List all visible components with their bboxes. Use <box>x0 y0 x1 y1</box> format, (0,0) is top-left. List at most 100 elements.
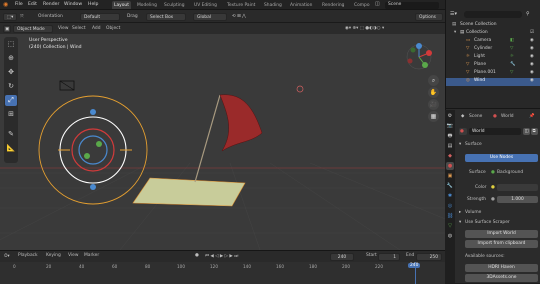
keying-menu[interactable]: Keying <box>46 253 61 258</box>
tab-rendering[interactable]: Rendering <box>320 1 346 9</box>
new-world-icon[interactable]: ⧉ <box>531 128 538 135</box>
3dassets-button[interactable]: 3DAssets.one <box>465 274 538 282</box>
editor-type-icon[interactable]: ▣ <box>3 24 11 33</box>
physics-tab-icon[interactable]: ◎ <box>446 202 454 210</box>
tab-compositing[interactable]: Compo <box>352 1 372 9</box>
blender-logo-icon[interactable]: ◉ <box>3 1 8 8</box>
outliner-item-cylinder[interactable]: ▽ Cylinder ▽ ◉ <box>446 46 540 54</box>
view-layer-tab-icon[interactable]: ▤ <box>446 142 454 150</box>
tab-shading[interactable]: Shading <box>262 1 284 9</box>
orientation-dropdown[interactable]: Default <box>80 12 120 21</box>
outliner-item-light[interactable]: ☼ Light ☼ ◉ <box>446 54 540 62</box>
scale-icon[interactable]: ⤢ <box>5 95 17 106</box>
checkbox-icon[interactable]: ☑ <box>530 30 534 35</box>
outliner-item-wind[interactable]: ◎ Wind ◉ <box>446 78 540 86</box>
menu-file[interactable]: File <box>15 2 23 7</box>
camera-view-icon[interactable]: 🎥 <box>428 99 439 110</box>
render-tab-icon[interactable]: 📷 <box>446 122 454 130</box>
volume-expand-icon[interactable]: ▸ <box>459 210 461 215</box>
rotate-icon[interactable]: ↻ <box>5 81 17 92</box>
annotate-icon[interactable]: ✎ <box>5 129 17 140</box>
surface-scraper-header[interactable]: Use Surface Scraper <box>465 220 510 225</box>
end-frame-field[interactable]: 250 <box>416 252 442 261</box>
visibility-eye-icon[interactable]: ◉ <box>530 78 534 83</box>
menu-render[interactable]: Render <box>43 2 59 7</box>
import-world-button[interactable]: Import World <box>465 230 538 238</box>
perspective-grid-icon[interactable]: ▦ <box>428 111 439 122</box>
outliner-item-plane[interactable]: ▽ Plane 🔧 ◉ <box>446 62 540 70</box>
outliner-search-input[interactable] <box>464 11 522 18</box>
world-name-field[interactable]: World <box>469 128 521 135</box>
record-icon[interactable]: ● <box>195 253 199 258</box>
playback-menu[interactable]: Playback <box>18 253 38 258</box>
transform-icon[interactable]: ⤧ <box>20 14 24 20</box>
tab-animation[interactable]: Animation <box>288 1 314 9</box>
3d-viewport[interactable]: ⌕ ✋ 🎥 ▦ <box>0 23 445 250</box>
cursor-icon[interactable]: ⊕ <box>5 53 17 64</box>
constraints-tab-icon[interactable]: ⛓ <box>446 212 454 220</box>
hdri-haven-button[interactable]: HDRI Haven <box>465 264 538 272</box>
playhead-frame-label[interactable]: 240 <box>408 263 421 268</box>
tab-modeling[interactable]: Modeling <box>135 1 159 9</box>
outliner-item-camera[interactable]: ▭ Camera ◧ ◉ <box>446 38 540 46</box>
menu-select[interactable]: Select <box>72 26 86 31</box>
fake-user-icon[interactable]: ◫ <box>523 128 530 135</box>
tab-uv-editing[interactable]: UV Editing <box>192 1 219 9</box>
data-tab-icon[interactable]: ▽ <box>446 222 454 230</box>
select-tool-icon[interactable]: ⬚▾ <box>3 12 17 21</box>
object-tab-icon[interactable]: ▣ <box>446 172 454 180</box>
timeline-editor-icon[interactable]: ⏱▾ <box>4 253 10 259</box>
visibility-eye-icon[interactable]: ◉ <box>530 46 534 51</box>
output-tab-icon[interactable]: 🖶 <box>446 132 454 140</box>
scene-selector[interactable]: Scene <box>385 2 439 9</box>
start-frame-field[interactable]: 1 <box>378 252 400 261</box>
menu-add[interactable]: Add <box>92 26 101 31</box>
current-frame-field[interactable]: 240 <box>330 252 354 261</box>
pin-icon[interactable]: 📌 <box>529 114 534 119</box>
transform-orientation-dropdown[interactable]: Global <box>193 12 227 21</box>
drag-dropdown[interactable]: Select Box <box>146 12 186 21</box>
volume-header[interactable]: Volume <box>465 210 481 215</box>
use-nodes-button[interactable]: Use Nodes <box>465 154 538 162</box>
marker-menu[interactable]: Marker <box>84 253 99 258</box>
visibility-eye-icon[interactable]: ◉ <box>530 54 534 59</box>
import-clipboard-button[interactable]: Import from clipboard <box>465 240 538 248</box>
menu-help[interactable]: Help <box>88 2 98 7</box>
material-tab-icon[interactable]: ◍ <box>446 232 454 240</box>
transform-icon[interactable]: ⊞ <box>5 109 17 120</box>
tab-layout[interactable]: Layout <box>112 1 131 9</box>
menu-view[interactable]: View <box>58 26 68 31</box>
color-swatch[interactable] <box>497 184 538 191</box>
surface-shader-value[interactable]: Background <box>497 170 523 175</box>
particles-tab-icon[interactable]: ✱ <box>446 192 454 200</box>
scraper-expand-icon[interactable]: ▾ <box>459 220 461 225</box>
world-tab-icon[interactable]: ● <box>446 162 454 170</box>
viewport-shading-icons[interactable]: ◉▾ ⊕▾ ⬚ ●◐◑○ ▾ <box>345 26 384 31</box>
scene-tab-icon[interactable]: ◆ <box>446 152 454 160</box>
pan-hand-icon[interactable]: ✋ <box>428 87 439 98</box>
measure-icon[interactable]: 📐 <box>5 143 17 154</box>
visibility-eye-icon[interactable]: ◉ <box>530 38 534 43</box>
tab-texture-paint[interactable]: Texture Paint <box>225 1 257 9</box>
select-box-icon[interactable]: ⬚ <box>5 39 17 50</box>
zoom-icon[interactable]: ⌕ <box>428 75 439 86</box>
filter-icon[interactable]: ⚲ <box>526 11 530 17</box>
menu-object[interactable]: Object <box>106 26 120 31</box>
surface-expand-icon[interactable]: ▾ <box>459 142 461 147</box>
playback-controls-icon[interactable]: ⏮ ◀ ◁ ▶ ▷ ▶ ⏭ <box>205 253 238 259</box>
surface-header[interactable]: Surface <box>465 142 482 147</box>
timeline-view-menu[interactable]: View <box>68 253 78 258</box>
tab-sculpting[interactable]: Sculpting <box>162 1 187 9</box>
mode-dropdown[interactable]: Object Mode <box>13 24 53 33</box>
visibility-eye-icon[interactable]: ◉ <box>530 70 534 75</box>
move-icon[interactable]: ✥ <box>5 67 17 78</box>
pivot-icon[interactable]: ⟲ ⊞ ⋀ <box>232 14 246 19</box>
strength-field[interactable]: 1.000 <box>497 196 538 203</box>
modifier-tab-icon[interactable]: 🔧 <box>446 182 454 190</box>
visibility-eye-icon[interactable]: ◉ <box>530 62 534 67</box>
outliner-item-plane-001[interactable]: ▽ Plane.001 ▽ ◉ <box>446 70 540 78</box>
outliner-editor-icon[interactable]: ☰▾ <box>450 11 457 17</box>
options-dropdown[interactable]: Options <box>415 12 443 21</box>
outliner-scene-collection[interactable]: ▤ Scene Collection <box>446 22 540 30</box>
tool-tab-icon[interactable]: ⚙ <box>446 112 454 120</box>
